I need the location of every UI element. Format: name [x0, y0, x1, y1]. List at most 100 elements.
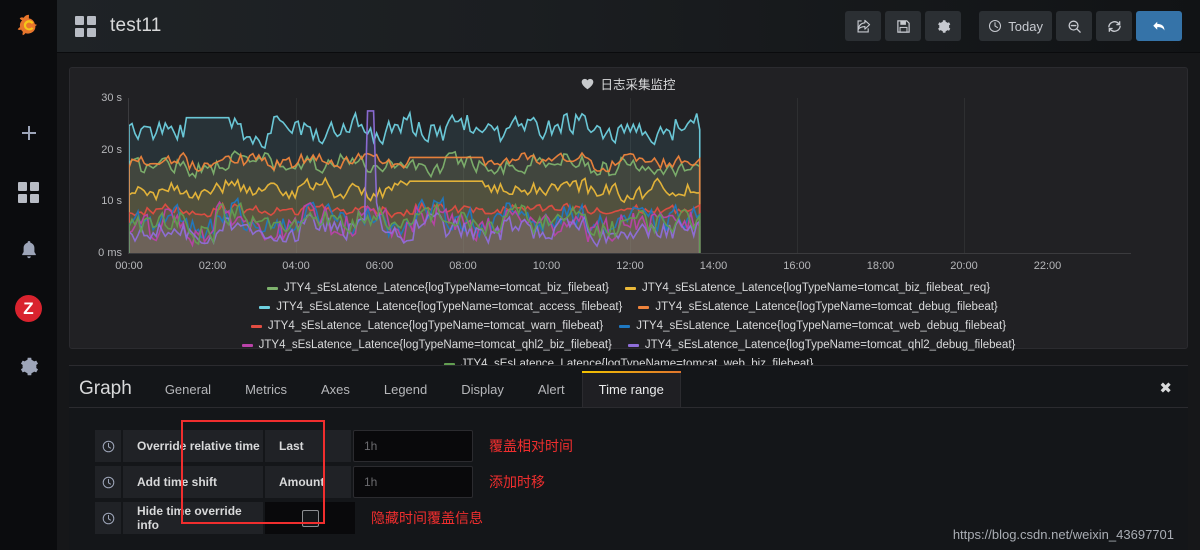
- info-icon[interactable]: [95, 466, 121, 498]
- sidebar-item-alerting[interactable]: [0, 221, 57, 279]
- sidebar-item-dashboards[interactable]: [0, 163, 57, 221]
- grid-icon: [18, 181, 39, 203]
- sidebar-item-user[interactable]: Z: [0, 279, 57, 337]
- panel-editor: Graph General Metrics Axes Legend Display Ale…: [69, 365, 1188, 550]
- zoom-out-icon: [1068, 20, 1081, 33]
- y-axis-tick: 30 s: [101, 92, 122, 104]
- tab-general[interactable]: General: [148, 372, 228, 407]
- checkbox-box[interactable]: [301, 509, 319, 527]
- clock-icon: [989, 19, 1002, 33]
- plot-canvas[interactable]: 0 ms 10 s 20 s 30 s 00:00 02:00 04:00 06:00 08:…: [98, 92, 1131, 272]
- legend-item-label: JTY4_sEsLatence_Latence{logTypeName=tomc…: [283, 282, 609, 294]
- time-picker-button[interactable]: Today: [979, 11, 1052, 41]
- watermark: https://blog.csdn.net/weixin_43697701: [952, 527, 1174, 542]
- close-editor-button[interactable]: ✖: [1143, 373, 1188, 407]
- tab-display[interactable]: Display: [444, 372, 521, 407]
- back-arrow-icon: [1152, 21, 1164, 30]
- top-navbar: test11 Today: [57, 0, 1200, 53]
- grafana-logo-icon[interactable]: [0, 0, 57, 53]
- form-row: Add time shiftAmount 添加时移: [95, 466, 1188, 498]
- x-axis-tick: 00:00: [115, 260, 143, 272]
- time-override-input[interactable]: [353, 430, 473, 462]
- plus-icon: [21, 126, 36, 140]
- form-row-sublabel: Amount: [265, 466, 351, 498]
- x-axis-tick: 10:00: [532, 260, 561, 272]
- form-row-label: Override relative time: [123, 430, 263, 462]
- toolbar: Today: [845, 11, 1186, 41]
- time-picker-label: Today: [1008, 18, 1043, 34]
- x-axis-tick: 04:00: [282, 260, 310, 272]
- legend-item-label: JTY4_sEsLatence_Latence{logTypeName=tomc…: [267, 320, 604, 332]
- share-icon: [857, 19, 870, 32]
- tab-legend[interactable]: Legend: [367, 372, 444, 407]
- legend-item-label: JTY4_sEsLatence_Latence{logTypeName=tomc…: [276, 301, 623, 313]
- legend-item[interactable]: JTY4_sEsLatence_Latence{logTypeName=tomc…: [624, 280, 990, 296]
- zoom-out-button[interactable]: [1056, 11, 1092, 41]
- graph-plot-area[interactable]: 0 ms 10 s 20 s 30 s 00:00 02:00 04:00 06:00 08:…: [70, 92, 1161, 272]
- tab-axes[interactable]: Axes: [304, 372, 367, 407]
- annotation-text: 隐藏时间覆盖信息: [371, 510, 483, 526]
- legend-item[interactable]: JTY4_sEsLatence_Latence{logTypeName=tomc…: [250, 318, 604, 334]
- legend-item[interactable]: JTY4_sEsLatence_Latence{logTypeName=tomc…: [241, 337, 612, 353]
- tab-metrics[interactable]: Metrics: [228, 372, 304, 407]
- refresh-button[interactable]: [1096, 11, 1132, 41]
- annotation-text: 添加时移: [489, 474, 545, 490]
- hide-time-override-checkbox[interactable]: [265, 502, 355, 534]
- y-axis-tick: 10 s: [101, 195, 122, 208]
- legend-item-label: JTY4_sEsLatence_Latence{logTypeName=tomc…: [636, 320, 1007, 332]
- sidebar-item-create[interactable]: [0, 105, 57, 163]
- panel-header: 日志采集监控: [70, 68, 1187, 94]
- legend-item[interactable]: JTY4_sEsLatence_Latence{logTypeName=tomc…: [619, 318, 1006, 334]
- form-row-label: Hide time override info: [123, 502, 263, 534]
- editor-tabbar: Graph General Metrics Axes Legend Display Ale…: [69, 366, 1188, 408]
- annotation-text: 覆盖相对时间: [489, 438, 573, 454]
- back-button[interactable]: [1136, 11, 1182, 41]
- legend-color-swatch: [266, 286, 278, 290]
- x-axis-tick: 12:00: [616, 260, 644, 272]
- legend-item-label: JTY4_sEsLatence_Latence{logTypeName=tomc…: [258, 339, 612, 351]
- legend-color-swatch: [624, 286, 636, 290]
- legend-color-swatch: [250, 324, 262, 328]
- sidebar: Z: [0, 0, 57, 550]
- avatar: Z: [15, 294, 42, 322]
- y-axis-tick: 0 ms: [98, 247, 122, 259]
- heart-icon: [582, 78, 594, 89]
- dashboard-grid-icon: [75, 15, 96, 37]
- save-dashboard-button[interactable]: [885, 11, 922, 41]
- panel-title: 日志采集监控: [600, 78, 676, 92]
- sidebar-item-configuration[interactable]: [0, 337, 57, 395]
- legend-color-swatch: [619, 324, 631, 328]
- breadcrumb[interactable]: test11: [75, 15, 162, 37]
- refresh-icon: [1107, 20, 1121, 32]
- dashboard-settings-button[interactable]: [925, 11, 962, 41]
- x-axis-tick: 22:00: [1033, 260, 1062, 272]
- series-lines: [129, 98, 1131, 253]
- gear-icon: [937, 19, 951, 33]
- legend-color-swatch: [627, 343, 639, 347]
- info-icon[interactable]: [95, 502, 121, 534]
- x-axis-tick: 16:00: [783, 260, 811, 272]
- editor-tabs: General Metrics Axes Legend Display Alert Time…: [148, 371, 682, 407]
- legend-color-swatch: [638, 305, 650, 309]
- x-axis-tick: 06:00: [365, 260, 394, 272]
- time-override-input[interactable]: [353, 466, 473, 498]
- tab-alert[interactable]: Alert: [521, 372, 582, 407]
- x-axis-tick: 14:00: [699, 260, 728, 272]
- x-axis-tick: 18:00: [866, 260, 895, 272]
- gear-icon: [20, 357, 38, 375]
- legend-item[interactable]: JTY4_sEsLatence_Latence{logTypeName=tomc…: [266, 280, 609, 296]
- main-content: test11 Today 日志采集监控 0 ms 10 s 20 s 30 s …: [57, 0, 1200, 550]
- legend-color-swatch: [241, 343, 253, 347]
- tab-time-range[interactable]: Time range: [581, 371, 682, 407]
- x-axis-tick: 20:00: [950, 260, 978, 272]
- legend-item-label: JTY4_sEsLatence_Latence{logTypeName=tomc…: [655, 301, 998, 313]
- form-row-label: Add time shift: [123, 466, 263, 498]
- legend-item[interactable]: JTY4_sEsLatence_Latence{logTypeName=tomc…: [638, 299, 998, 315]
- share-dashboard-button[interactable]: [845, 11, 882, 41]
- graph-panel[interactable]: 日志采集监控 0 ms 10 s 20 s 30 s 00:00 02:00 04:00 0…: [69, 67, 1188, 370]
- legend-item-label: JTY4_sEsLatence_Latence{logTypeName=tomc…: [644, 339, 1016, 351]
- legend-item[interactable]: JTY4_sEsLatence_Latence{logTypeName=tomc…: [259, 299, 622, 315]
- legend-item[interactable]: JTY4_sEsLatence_Latence{logTypeName=tomc…: [627, 337, 1016, 353]
- info-icon[interactable]: [95, 430, 121, 462]
- editor-kind-label: Graph: [79, 378, 132, 399]
